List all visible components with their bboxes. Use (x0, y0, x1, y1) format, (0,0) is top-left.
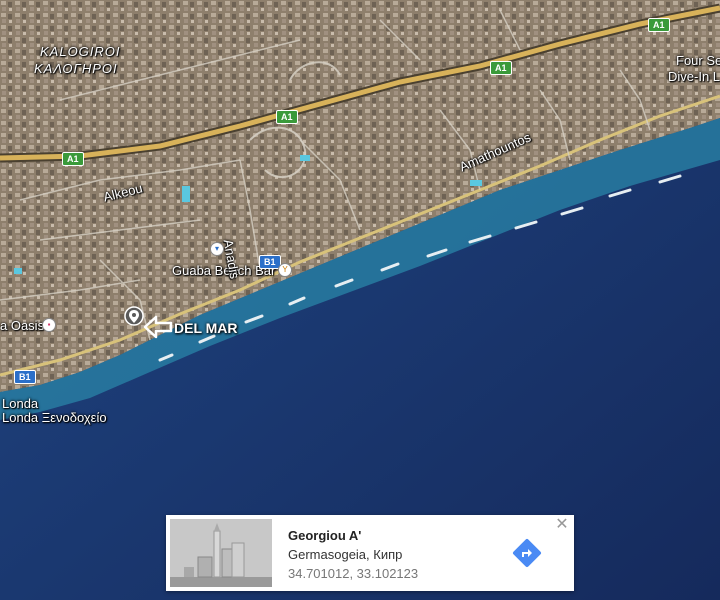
place-label-kalogiroi: KALOGIROI (40, 44, 121, 59)
satellite-map[interactable] (0, 0, 720, 600)
place-label-oasis: a Oasis (0, 318, 45, 333)
directions-icon[interactable] (512, 538, 542, 568)
location-pin-icon[interactable] (124, 306, 144, 330)
place-coordinates: 34.701012, 33.102123 (288, 566, 419, 581)
place-label-kalogiroi-greek: ΚΑΛΟΓΗΡΟΙ (34, 61, 118, 76)
place-info-card[interactable]: Georgiou A' Germasogeia, Кипр 34.701012,… (166, 515, 574, 591)
place-label-four-seasons: Four Se (676, 53, 720, 68)
arrow-left-icon (143, 315, 173, 339)
marker-label: DEL MAR (174, 320, 238, 336)
road-shield-b1: B1 (259, 255, 281, 269)
road-shield-b1: B1 (14, 370, 36, 384)
place-title: Georgiou A' (288, 528, 362, 543)
hotel-icon[interactable]: ▪ (42, 318, 56, 332)
place-label-londa: Londa (2, 396, 39, 411)
shopping-icon[interactable]: ▾ (210, 242, 224, 256)
road-shield-a1: A1 (648, 18, 670, 32)
street-view-thumbnail[interactable] (170, 519, 272, 587)
road-shield-a1: A1 (276, 110, 298, 124)
bar-icon[interactable]: Y (278, 263, 292, 277)
place-label-londa-greek: Londa Ξενοδοχείο (2, 410, 107, 425)
road-shield-a1: A1 (62, 152, 84, 166)
road-shield-a1: A1 (490, 61, 512, 75)
close-icon[interactable]: ✕ (554, 517, 570, 533)
place-subtitle: Germasogeia, Кипр (288, 547, 403, 562)
place-label-dive-in: Dive-In L (668, 69, 720, 84)
